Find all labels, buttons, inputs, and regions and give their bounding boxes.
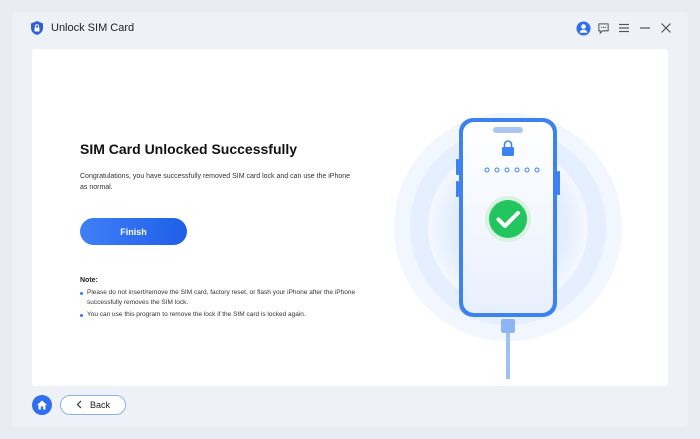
note-text: You can use this program to remove the l… — [87, 311, 306, 318]
check-circle-icon — [485, 196, 531, 242]
success-description: Congratulations, you have successfully r… — [80, 173, 351, 191]
minimize-icon[interactable] — [637, 20, 653, 36]
shield-lock-icon — [29, 20, 45, 36]
note-list: Please do not insert/remove the SIM card… — [80, 288, 360, 322]
unlocked-phone-illustration — [382, 79, 632, 391]
main-panel: SIM Card Unlocked Successfully Congratul… — [32, 49, 668, 391]
feedback-icon[interactable] — [595, 20, 611, 36]
back-button[interactable]: Back — [60, 395, 126, 415]
bullet-icon — [80, 314, 83, 317]
page-title: SIM Card Unlocked Successfully — [80, 141, 298, 157]
note-text: Please do not insert/remove the SIM card… — [87, 289, 356, 306]
title-bar: Unlock SIM Card — [12, 12, 688, 46]
menu-icon[interactable] — [616, 20, 632, 36]
close-icon[interactable] — [658, 20, 674, 36]
app-title: Unlock SIM Card — [51, 22, 135, 34]
finish-button[interactable]: Finish — [80, 218, 187, 245]
home-icon — [37, 400, 47, 410]
note-item: Please do not insert/remove the SIM card… — [80, 288, 360, 308]
bullet-icon — [80, 292, 83, 295]
note-item: You can use this program to remove the l… — [80, 310, 360, 320]
note-title: Note: — [80, 277, 98, 284]
back-label: Back — [89, 400, 110, 410]
app-window: Unlock SIM Card SIM Card Unlocked Succes… — [12, 12, 688, 427]
home-button[interactable] — [32, 395, 52, 415]
phone-icon — [394, 113, 622, 391]
chevron-left-icon — [76, 400, 82, 411]
user-account-icon[interactable] — [575, 20, 591, 36]
